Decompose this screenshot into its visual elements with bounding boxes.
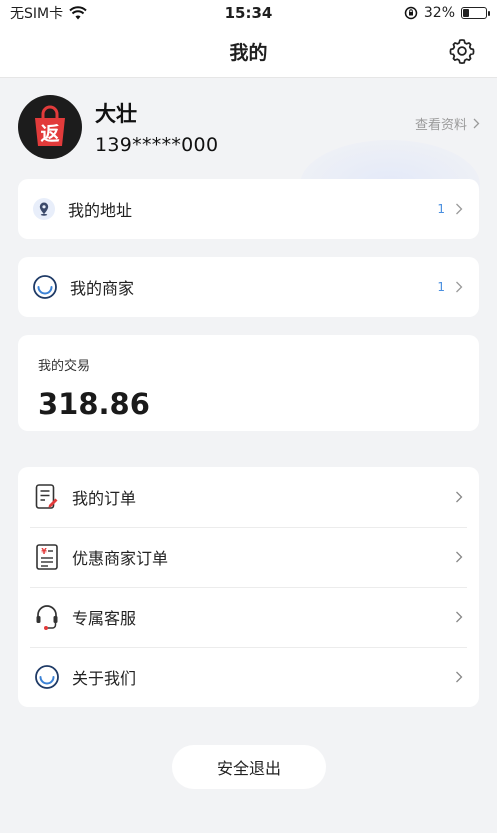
battery-fill xyxy=(463,9,469,17)
status-left: 无SIM卡 xyxy=(10,3,87,23)
menu-list: 我的订单 ¥ 优惠商家订单 专属客服 关于我们 xyxy=(18,467,479,707)
carrier-text: 无SIM卡 xyxy=(10,6,64,22)
smile-circle-icon xyxy=(35,665,59,689)
chevron-right-icon xyxy=(456,671,463,683)
smile-circle-icon xyxy=(33,275,57,299)
address-count: 1 xyxy=(437,202,445,216)
chevron-right-icon xyxy=(473,118,480,129)
merchant-label: 我的商家 xyxy=(70,279,135,298)
merchant-count: 1 xyxy=(437,280,445,294)
battery-icon xyxy=(461,7,490,19)
profile-section[interactable]: 返 大壮 139*****000 查看资料 xyxy=(18,92,480,162)
rotation-lock-icon xyxy=(404,6,418,20)
chevron-right-icon xyxy=(456,203,463,215)
trade-card[interactable]: 我的交易 318.86 xyxy=(18,335,479,431)
avatar-text: 返 xyxy=(40,123,59,145)
headset-icon xyxy=(36,605,58,630)
address-row[interactable]: 我的地址 1 xyxy=(18,179,479,239)
chevron-right-icon xyxy=(456,551,463,563)
avatar[interactable]: 返 xyxy=(18,95,82,159)
menu-item-label: 我的订单 xyxy=(72,489,137,508)
page-title: 我的 xyxy=(229,42,268,64)
menu-item-about-us[interactable]: 关于我们 xyxy=(18,647,479,707)
svg-text:¥: ¥ xyxy=(41,547,47,556)
user-phone: 139*****000 xyxy=(95,134,219,156)
trade-value: 318.86 xyxy=(38,387,150,421)
order-icon xyxy=(35,484,58,509)
status-right: 32% xyxy=(404,5,490,21)
merchant-row[interactable]: 我的商家 1 xyxy=(18,257,479,317)
nav-bar: 我的 xyxy=(0,26,497,78)
receipt-icon: ¥ xyxy=(36,544,58,570)
chevron-right-icon xyxy=(456,491,463,503)
menu-item-discount-orders[interactable]: ¥ 优惠商家订单 xyxy=(18,527,479,587)
shopping-bag-logo: 返 xyxy=(35,105,65,146)
menu-item-customer-service[interactable]: 专属客服 xyxy=(18,587,479,647)
wifi-icon xyxy=(69,6,87,20)
menu-item-label: 专属客服 xyxy=(72,609,137,628)
view-profile-link[interactable]: 查看资料 xyxy=(415,114,480,133)
menu-item-label: 关于我们 xyxy=(72,669,137,688)
battery-percent: 32% xyxy=(423,5,455,21)
trade-label: 我的交易 xyxy=(38,359,91,374)
chevron-right-icon xyxy=(456,281,463,293)
profile-text: 大壮 139*****000 xyxy=(95,98,218,156)
gear-icon[interactable] xyxy=(449,38,475,64)
view-profile-label: 查看资料 xyxy=(414,118,467,133)
user-name: 大壮 xyxy=(95,102,137,126)
status-bar: 无SIM卡 15:34 32% xyxy=(0,0,497,26)
menu-item-my-orders[interactable]: 我的订单 xyxy=(18,467,479,527)
chevron-right-icon xyxy=(456,611,463,623)
location-pin-icon xyxy=(33,198,55,220)
logout-button[interactable]: 安全退出 xyxy=(172,745,326,789)
menu-item-label: 优惠商家订单 xyxy=(72,549,169,568)
address-label: 我的地址 xyxy=(68,201,133,220)
